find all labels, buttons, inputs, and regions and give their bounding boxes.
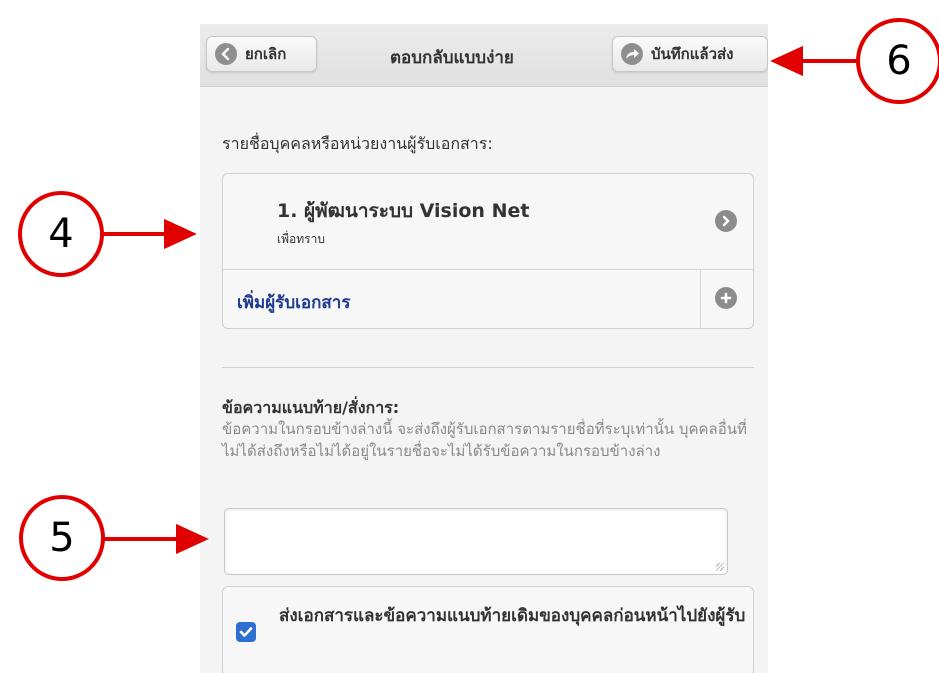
arrow-4-head — [164, 218, 197, 250]
arrow-6-head — [770, 45, 803, 77]
arrow-5-head — [176, 523, 209, 555]
annotation-step-4: 4 — [18, 191, 104, 277]
annotation-step-6: 6 — [856, 18, 939, 104]
annotation-arrows — [103, 45, 857, 555]
annotation-step-5: 5 — [19, 495, 105, 581]
